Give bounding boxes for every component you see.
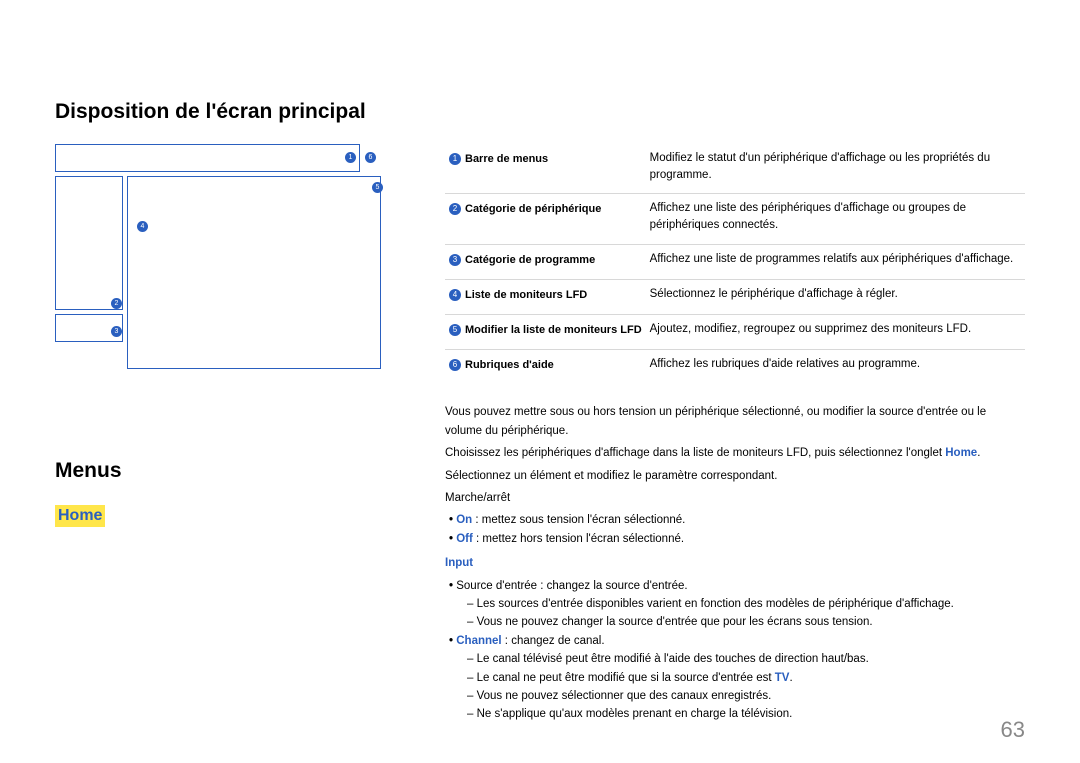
legend-num-2: 2 xyxy=(449,203,461,215)
legend-num-1: 1 xyxy=(449,153,461,165)
legend-label-5: Modifier la liste de moniteurs LFD xyxy=(465,324,642,336)
source-note-1: Les sources d'entrée disponibles varient… xyxy=(485,595,1025,613)
legend-desc-2: Affichez une liste des périphériques d'a… xyxy=(646,194,1025,244)
legend-table: 1 Barre de menus Modifiez le statut d'un … xyxy=(445,144,1025,383)
power-label: Marche/arrêt xyxy=(445,489,1025,507)
legend-row-3: 3 Catégorie de programme Affichez une lis… xyxy=(445,244,1025,279)
diagram-box-device-category xyxy=(55,176,123,310)
page-number: 63 xyxy=(1001,717,1025,743)
legend-row-1: 1 Barre de menus Modifiez le statut d'un … xyxy=(445,144,1025,194)
legend-row-4: 4 Liste de moniteurs LFD Sélectionnez le … xyxy=(445,279,1025,314)
legend-desc-1: Modifiez le statut d'un périphérique d'a… xyxy=(646,144,1025,194)
content-body: Vous pouvez mettre sous ou hors tension … xyxy=(445,403,1025,723)
legend-desc-4: Sélectionnez le périphérique d'affichage… xyxy=(646,279,1025,314)
channel-note-3: Vous ne pouvez sélectionner que des cana… xyxy=(485,687,1025,705)
legend-desc-6: Affichez les rubriques d'aide relatives … xyxy=(646,349,1025,383)
diagram-marker-2: 2 xyxy=(111,298,122,309)
legend-label-4: Liste de moniteurs LFD xyxy=(465,289,587,301)
layout-diagram: 1 6 5 4 2 3 xyxy=(55,144,385,369)
page-title: Disposition de l'écran principal xyxy=(55,100,1025,124)
legend-desc-3: Affichez une liste de programmes relatif… xyxy=(646,244,1025,279)
channel-note-2: Le canal ne peut être modifié que si la … xyxy=(485,669,1025,687)
off-item: Off : mettez hors tension l'écran sélect… xyxy=(461,530,1025,548)
diagram-marker-1: 1 xyxy=(345,152,356,163)
select-paragraph: Sélectionnez un élément et modifiez le p… xyxy=(445,467,1025,485)
legend-row-5: 5 Modifier la liste de moniteurs LFD Ajou… xyxy=(445,314,1025,349)
channel-note-4: Ne s'applique qu'aux modèles prenant en … xyxy=(485,705,1025,723)
channel-item: Channel : changez de canal. Le canal tél… xyxy=(461,632,1025,724)
choose-paragraph: Choisissez les périphériques d'affichage… xyxy=(445,444,1025,462)
diagram-marker-5: 5 xyxy=(372,182,383,193)
channel-note-1: Le canal télévisé peut être modifié à l'… xyxy=(485,650,1025,668)
legend-label-6: Rubriques d'aide xyxy=(465,359,554,371)
legend-num-6: 6 xyxy=(449,359,461,371)
diagram-box-main xyxy=(127,176,381,369)
home-link-text: Home xyxy=(945,447,977,459)
on-item: On : mettez sous tension l'écran sélecti… xyxy=(461,511,1025,529)
legend-row-2: 2 Catégorie de périphérique Affichez une … xyxy=(445,194,1025,244)
legend-num-5: 5 xyxy=(449,324,461,336)
source-item: Source d'entrée : changez la source d'en… xyxy=(461,577,1025,632)
menus-heading: Menus xyxy=(55,459,385,483)
diagram-marker-4: 4 xyxy=(137,221,148,232)
legend-row-6: 6 Rubriques d'aide Affichez les rubriques… xyxy=(445,349,1025,383)
diagram-marker-3: 3 xyxy=(111,326,122,337)
input-heading: Input xyxy=(445,554,1025,572)
legend-label-1: Barre de menus xyxy=(465,153,548,165)
legend-num-4: 4 xyxy=(449,289,461,301)
legend-label-2: Catégorie de périphérique xyxy=(465,203,601,215)
legend-desc-5: Ajoutez, modifiez, regroupez ou supprime… xyxy=(646,314,1025,349)
intro-paragraph: Vous pouvez mettre sous ou hors tension … xyxy=(445,403,1025,440)
legend-label-3: Catégorie de programme xyxy=(465,254,595,266)
diagram-marker-6: 6 xyxy=(365,152,376,163)
diagram-box-menubar xyxy=(55,144,360,172)
source-note-2: Vous ne pouvez changer la source d'entré… xyxy=(485,613,1025,631)
legend-num-3: 3 xyxy=(449,254,461,266)
home-heading-highlighted: Home xyxy=(55,505,105,527)
